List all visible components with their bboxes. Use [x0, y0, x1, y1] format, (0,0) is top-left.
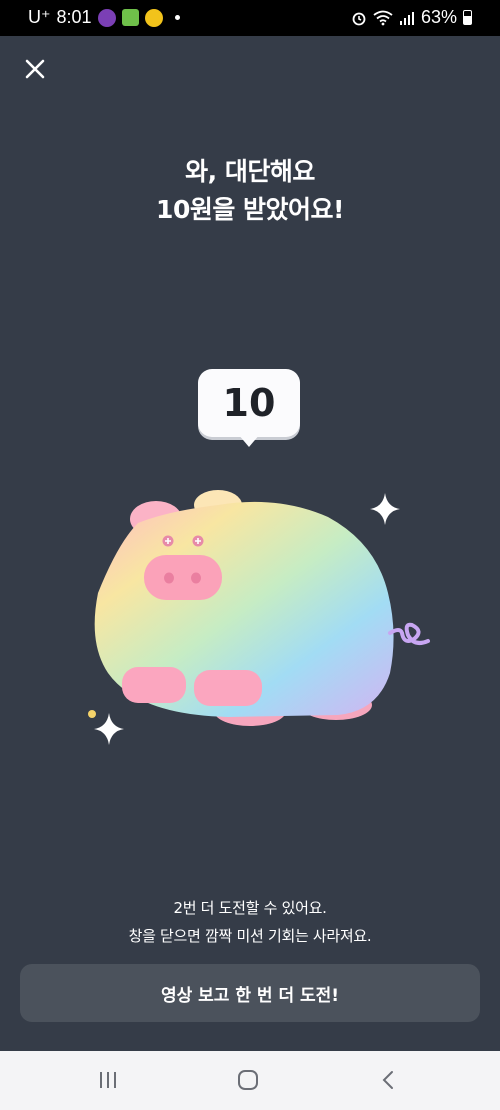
sparkle-dot	[88, 710, 96, 718]
kurly-icon	[97, 8, 116, 27]
more-notifications-icon	[174, 15, 180, 20]
reward-amount-bubble: 10	[198, 369, 300, 437]
watch-video-retry-button[interactable]: 영상 보고 한 번 더 도전!	[20, 964, 480, 1022]
carrier-label: U⁺	[28, 7, 51, 27]
close-button[interactable]	[22, 56, 48, 82]
wifi-icon	[373, 10, 393, 25]
pig-front-leg	[122, 667, 186, 703]
pig-eye	[162, 535, 174, 547]
pig-tail	[388, 622, 430, 645]
battery-percent: 63%	[420, 7, 457, 27]
back-button[interactable]	[368, 1065, 408, 1095]
notes-icon	[121, 9, 139, 26]
pig-nostril	[164, 572, 174, 584]
recent-apps-icon	[100, 1072, 116, 1088]
pig-eye	[192, 535, 204, 547]
status-right: 63%	[351, 7, 472, 28]
home-button[interactable]	[228, 1065, 268, 1095]
clock: 8:01	[56, 7, 92, 27]
battery-icon	[463, 10, 472, 25]
system-nav-bar	[0, 1051, 500, 1110]
status-left: U⁺ 8:01	[28, 7, 180, 28]
back-icon	[382, 1071, 393, 1089]
retry-message: 2번 더 도전할 수 있어요. 창을 닫으면 깜짝 미션 기회는 사라져요.	[0, 894, 500, 950]
reward-title: 와, 대단해요 10원을 받았어요!	[0, 153, 500, 229]
rainbow-pig-illustration	[88, 490, 430, 745]
home-icon	[238, 1070, 258, 1090]
reward-title-line2: 10원을 받았어요!	[156, 195, 344, 224]
retry-message-line2: 창을 닫으면 깜짝 미션 기회는 사라져요.	[128, 927, 372, 945]
sparkle-icon	[370, 493, 400, 525]
pig-snout	[144, 555, 222, 600]
alarm-icon	[352, 12, 366, 25]
kakao-dot-icon	[144, 8, 163, 27]
bubble-tail	[238, 434, 260, 447]
recent-apps-button[interactable]	[88, 1065, 128, 1095]
sparkle-icon	[94, 713, 124, 745]
pig-front-leg	[194, 670, 262, 706]
reward-title-line1: 와, 대단해요	[185, 157, 315, 186]
status-bar: U⁺ 8:01 63%	[0, 0, 500, 36]
watch-video-retry-label: 영상 보고 한 번 더 도전!	[160, 985, 340, 1006]
pig-nostril	[191, 572, 201, 584]
close-icon	[25, 59, 45, 79]
signal-icon	[399, 11, 414, 25]
retry-message-line1: 2번 더 도전할 수 있어요.	[173, 899, 327, 917]
reward-amount: 10	[222, 381, 276, 425]
